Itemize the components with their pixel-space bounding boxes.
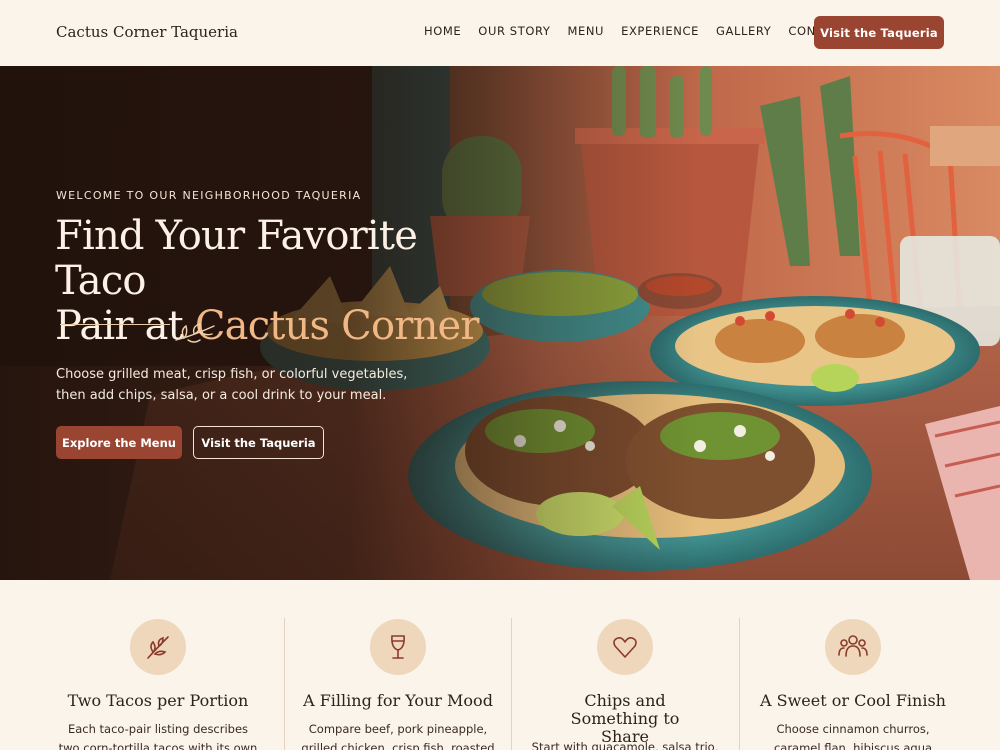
headline-accent: Cactus Corner	[194, 303, 480, 349]
feature-body: Each taco-pair listing describes two cor…	[58, 722, 258, 750]
sprig-icon	[147, 636, 169, 659]
feature-card: A Filling for Your Mood Compare beef, po…	[284, 580, 512, 750]
explore-menu-button[interactable]: Explore the Menu	[56, 426, 182, 459]
top-nav: Cactus Corner Taqueria HOME OUR STORY ME…	[0, 0, 1000, 66]
visit-taqueria-hero-button[interactable]: Visit the Taqueria	[193, 426, 324, 459]
feature-card: Two Tacos per Portion Each taco-pair lis…	[44, 580, 272, 750]
feature-badge	[370, 619, 426, 675]
feature-badge	[597, 619, 653, 675]
nav-menu[interactable]: MENU	[567, 24, 604, 38]
feature-badge	[825, 619, 881, 675]
nav-our-story[interactable]: OUR STORY	[478, 24, 550, 38]
hero-divider	[60, 324, 170, 325]
nav-experience[interactable]: EXPERIENCE	[621, 24, 699, 38]
hero-headline: Find Your Favorite Taco Pair at Cactus C…	[55, 214, 515, 349]
feature-title: A Sweet or Cool Finish	[760, 691, 946, 710]
nav-home[interactable]: HOME	[424, 24, 461, 38]
main-menu: HOME OUR STORY MENU EXPERIENCE GALLERY C…	[424, 24, 864, 38]
brand-logo[interactable]: Cactus Corner Taqueria	[56, 23, 238, 41]
visit-taqueria-nav-button[interactable]: Visit the Taqueria	[814, 16, 944, 49]
features-section: Two Tacos per Portion Each taco-pair lis…	[0, 580, 1000, 750]
wine-glass-icon	[391, 635, 405, 659]
feature-badge	[130, 619, 186, 675]
sprig-icon	[175, 323, 215, 343]
nav-gallery[interactable]: GALLERY	[716, 24, 771, 38]
headline-line-1: Find Your Favorite Taco	[55, 213, 418, 304]
feature-title: A Filling for Your Mood	[303, 691, 493, 710]
heart-icon	[613, 637, 637, 658]
hero-eyebrow: WELCOME TO OUR NEIGHBORHOOD TAQUERIA	[56, 189, 362, 202]
feature-body: Choose cinnamon churros, caramel flan, h…	[773, 722, 933, 750]
feature-card: A Sweet or Cool Finish Choose cinnamon c…	[739, 580, 967, 750]
feature-card: Chips and Something to Share Start with …	[511, 580, 739, 750]
hero-section: WELCOME TO OUR NEIGHBORHOOD TAQUERIA Fin…	[0, 66, 1000, 580]
feature-body: Start with guacamole, salsa trio, or	[531, 740, 719, 750]
feature-body: Compare beef, pork pineapple, grilled ch…	[301, 722, 495, 750]
feature-title: Two Tacos per Portion	[67, 691, 249, 710]
hero-intro: Choose grilled meat, crisp fish, or colo…	[56, 367, 408, 403]
people-icon	[838, 635, 868, 657]
